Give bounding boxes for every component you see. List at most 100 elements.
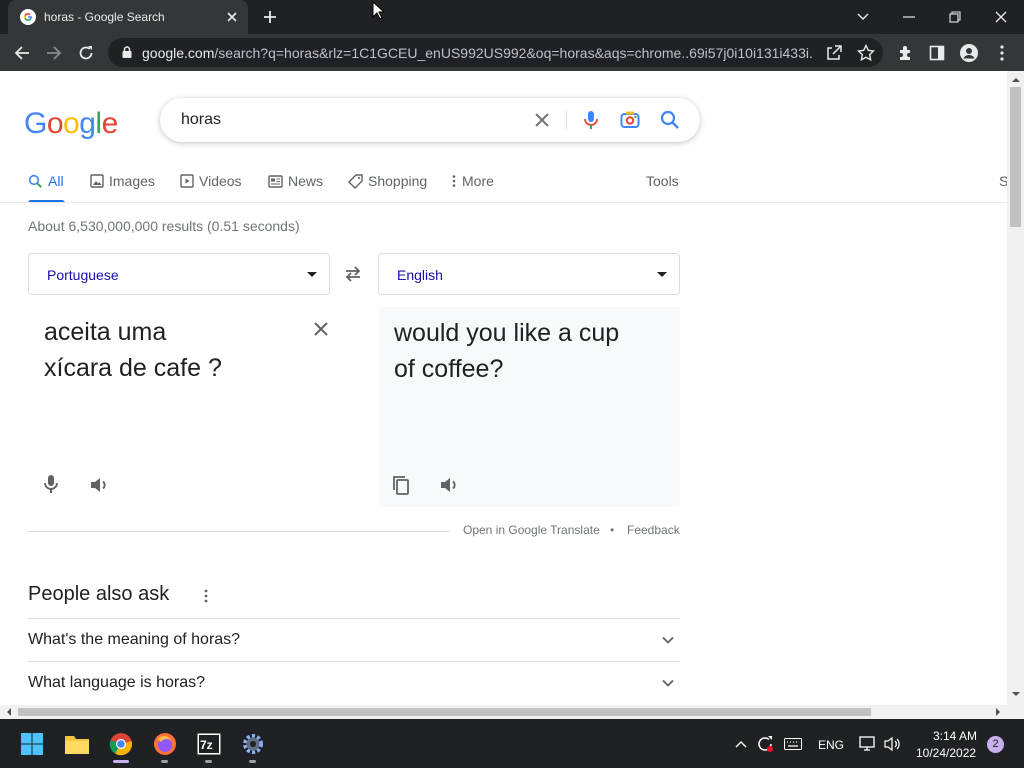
paa-more-options-icon[interactable] bbox=[201, 587, 211, 605]
search-tabs: All Images Videos News Shopping More Too… bbox=[0, 167, 1007, 203]
translation-text: would you like a cup of coffee? bbox=[394, 315, 669, 387]
bookmark-star-icon[interactable] bbox=[857, 44, 875, 62]
vertical-scrollbar[interactable] bbox=[1007, 71, 1024, 705]
screen: horas - Google Search google.com/search?… bbox=[0, 0, 1024, 768]
tab-more[interactable]: More bbox=[451, 173, 494, 189]
paa-divider bbox=[28, 618, 680, 619]
horizontal-scroll-thumb[interactable] bbox=[18, 708, 871, 716]
chrome-taskbar-button[interactable] bbox=[104, 727, 138, 761]
clear-search-icon[interactable] bbox=[531, 109, 553, 131]
tabs-divider bbox=[0, 202, 1007, 203]
show-hidden-icons-chevron-up-icon[interactable] bbox=[730, 733, 752, 755]
paa-question[interactable]: What's the meaning of horas? bbox=[28, 631, 240, 649]
tab-videos[interactable]: Videos bbox=[180, 173, 242, 189]
logo-letter-e: e bbox=[101, 107, 119, 140]
google-logo[interactable]: Google bbox=[24, 107, 118, 141]
source-listen-speaker-icon[interactable] bbox=[88, 474, 110, 496]
search-magnifier-icon[interactable] bbox=[659, 109, 681, 131]
gear-icon bbox=[243, 734, 263, 754]
search-input[interactable]: horas bbox=[181, 111, 221, 129]
copy-translation-icon[interactable] bbox=[390, 474, 412, 496]
open-in-google-translate-link[interactable]: Open in Google Translate bbox=[463, 523, 600, 537]
search-box[interactable]: horas bbox=[160, 98, 700, 142]
scroll-up-arrow-icon[interactable] bbox=[1011, 75, 1021, 85]
extensions-puzzle-icon[interactable] bbox=[895, 42, 917, 64]
lens-camera-icon[interactable] bbox=[619, 109, 641, 131]
notification-count-badge[interactable]: 2 bbox=[987, 736, 1004, 753]
lock-icon[interactable] bbox=[120, 45, 134, 59]
network-icon[interactable] bbox=[857, 733, 879, 755]
footer-bullet: • bbox=[610, 523, 615, 537]
source-text-input[interactable]: aceita uma xícara de cafe ? bbox=[44, 314, 304, 386]
file-explorer-button[interactable] bbox=[60, 727, 94, 761]
close-tab-icon[interactable] bbox=[225, 10, 239, 24]
target-language-label: English bbox=[397, 267, 443, 283]
back-arrow-icon bbox=[14, 46, 29, 60]
tab-search-icon[interactable] bbox=[852, 6, 874, 28]
7zip-taskbar-button[interactable]: 7z bbox=[192, 727, 226, 761]
image-icon bbox=[90, 174, 104, 188]
clock-time[interactable]: 3:14 AM bbox=[933, 729, 977, 743]
clear-source-icon[interactable] bbox=[311, 319, 331, 339]
target-listen-speaker-icon[interactable] bbox=[438, 474, 460, 496]
tools-button[interactable]: Tools bbox=[646, 173, 679, 189]
minimize-icon[interactable] bbox=[898, 6, 920, 28]
chevron-down-icon[interactable] bbox=[658, 630, 678, 650]
scroll-left-arrow-icon[interactable] bbox=[4, 707, 14, 717]
input-language-indicator[interactable]: ENG bbox=[818, 738, 844, 752]
swap-languages-icon[interactable] bbox=[343, 264, 363, 284]
translation-text-line: of coffee? bbox=[394, 355, 504, 383]
profile-avatar-icon[interactable] bbox=[958, 42, 980, 64]
volume-speaker-icon[interactable] bbox=[882, 733, 904, 755]
feedback-link[interactable]: Feedback bbox=[627, 523, 680, 537]
sync-update-icon[interactable] bbox=[754, 733, 776, 755]
close-window-icon[interactable] bbox=[990, 6, 1012, 28]
url-text[interactable]: google.com/search?q=horas&rlz=1C1GCEU_en… bbox=[142, 45, 814, 61]
settings-taskbar-button[interactable] bbox=[236, 727, 270, 761]
firefox-taskbar-button[interactable] bbox=[148, 727, 182, 761]
url-path: /search?q=horas&rlz=1C1GCEU_enUS992US992… bbox=[214, 45, 814, 61]
source-language-select[interactable]: Portuguese bbox=[28, 253, 330, 295]
browser-tab[interactable]: horas - Google Search bbox=[8, 0, 248, 34]
chevron-down-icon[interactable] bbox=[658, 673, 678, 693]
translation-output-panel: would you like a cup of coffee? bbox=[379, 307, 680, 507]
reload-button[interactable] bbox=[75, 42, 97, 64]
source-mic-icon[interactable] bbox=[40, 473, 62, 495]
voice-search-mic-icon[interactable] bbox=[580, 109, 602, 131]
url-host: google.com bbox=[142, 45, 215, 61]
tab-images[interactable]: Images bbox=[90, 173, 155, 189]
address-bar[interactable]: google.com/search?q=horas&rlz=1C1GCEU_en… bbox=[108, 38, 883, 67]
keyboard-icon[interactable] bbox=[782, 733, 804, 755]
clock-date[interactable]: 10/24/2022 bbox=[916, 746, 976, 760]
svg-text:7z: 7z bbox=[200, 738, 213, 752]
tab-all[interactable]: All bbox=[28, 173, 64, 189]
safesearch-button[interactable]: S bbox=[999, 173, 1007, 189]
restore-icon[interactable] bbox=[944, 6, 966, 28]
windows-taskbar: 7z ENG 3:14 AM 10/24/2022 bbox=[0, 719, 1024, 768]
tab-shopping[interactable]: Shopping bbox=[348, 173, 427, 189]
target-language-select[interactable]: English bbox=[378, 253, 680, 295]
running-app-indicator bbox=[249, 760, 256, 763]
paa-question[interactable]: What language is horas? bbox=[28, 674, 205, 692]
paa-divider bbox=[28, 661, 680, 662]
source-text-line: aceita uma bbox=[44, 318, 167, 346]
tab-news[interactable]: News bbox=[268, 173, 323, 189]
search-divider bbox=[566, 110, 567, 130]
share-icon[interactable] bbox=[825, 44, 843, 62]
horizontal-scrollbar[interactable] bbox=[0, 705, 1024, 719]
back-button[interactable] bbox=[11, 42, 33, 64]
chrome-logo-icon bbox=[109, 733, 133, 756]
side-panel-icon[interactable] bbox=[926, 42, 948, 64]
logo-letter-g2: g bbox=[79, 107, 96, 140]
source-text-line: xícara de cafe ? bbox=[44, 354, 222, 382]
dropdown-caret-icon bbox=[657, 272, 667, 277]
scroll-down-arrow-icon[interactable] bbox=[1011, 689, 1021, 699]
running-app-indicator bbox=[161, 760, 168, 763]
forward-button[interactable] bbox=[43, 42, 65, 64]
start-button[interactable] bbox=[15, 727, 49, 761]
scroll-right-arrow-icon[interactable] bbox=[993, 707, 1003, 717]
google-favicon-icon bbox=[20, 9, 36, 25]
chrome-menu-icon[interactable] bbox=[991, 42, 1013, 64]
vertical-scroll-thumb[interactable] bbox=[1010, 87, 1021, 227]
new-tab-icon[interactable] bbox=[262, 9, 278, 25]
